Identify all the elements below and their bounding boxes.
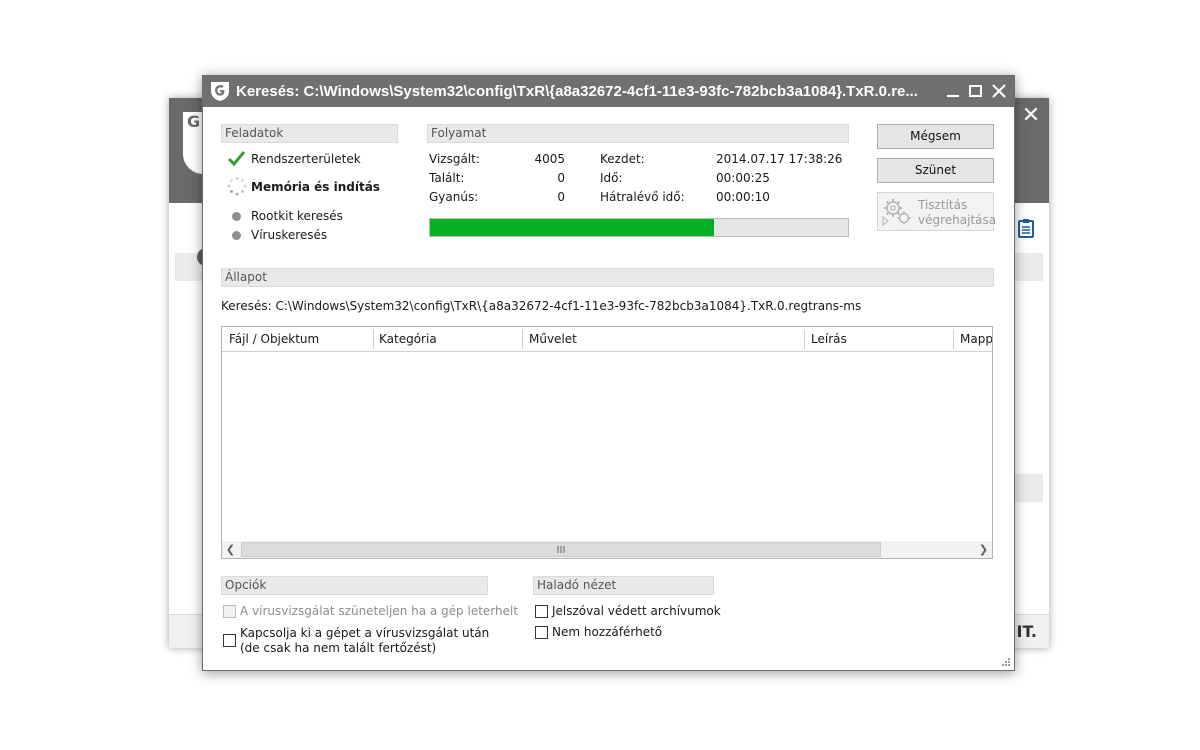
clean-button-line1: Tisztítás xyxy=(918,198,968,212)
results-table[interactable]: Fájl / Objektum Kategória Művelet Leírás… xyxy=(221,326,993,559)
progress-bar xyxy=(429,218,849,237)
pending-dot-icon xyxy=(232,231,241,240)
password-archives-label: Jelszóval védett archívumok xyxy=(552,604,721,618)
task-label: Víruskeresés xyxy=(251,228,328,242)
task-label: Memória és indítás xyxy=(251,180,380,194)
pause-button[interactable]: Szünet xyxy=(877,158,994,183)
pending-dot-icon xyxy=(232,212,241,221)
advanced-header: Haladó nézet xyxy=(533,576,714,595)
shutdown-label-line1: Kapcsolja ki a gépet a vírusvizsgálat ut… xyxy=(240,626,490,640)
gdata-shield-icon xyxy=(211,82,229,101)
inaccessible-label: Nem hozzáférhető xyxy=(552,625,663,639)
column-header-file[interactable]: Fájl / Objektum xyxy=(222,327,372,352)
task-label: Rendszerterületek xyxy=(251,152,361,166)
gears-icon xyxy=(882,199,911,227)
scroll-left-icon[interactable]: ❮ xyxy=(222,541,239,558)
options-header: Opciók xyxy=(221,576,488,595)
remaining-value: 00:00:10 xyxy=(716,190,770,204)
pause-on-load-label: A vírusvizsgálat szüneteljen ha a gép le… xyxy=(240,604,519,618)
cancel-button[interactable]: Mégsem xyxy=(877,124,994,149)
clean-button-label: Tisztítás végrehajtása xyxy=(918,198,997,228)
suspicious-value: 0 xyxy=(557,190,565,204)
horizontal-scrollbar[interactable]: ❮ ❯ xyxy=(222,541,992,558)
scan-dialog: Keresés: C:\Windows\System32\config\TxR\… xyxy=(202,75,1015,671)
window-title: Keresés: C:\Windows\System32\config\TxR\… xyxy=(236,83,918,100)
checkmark-icon xyxy=(227,151,246,167)
column-header-description[interactable]: Leírás xyxy=(804,327,954,352)
found-label: Talált: xyxy=(429,171,465,185)
tasks-header: Feladatok xyxy=(221,124,398,143)
start-value: 2014.07.17 17:38:26 xyxy=(716,152,843,166)
password-archives-checkbox[interactable] xyxy=(535,605,548,618)
remaining-label: Hátralévő idő: xyxy=(600,190,685,204)
inaccessible-checkbox[interactable] xyxy=(535,626,548,639)
loading-spinner-icon xyxy=(227,177,247,196)
clean-button[interactable]: Tisztítás végrehajtása xyxy=(877,192,997,231)
minimize-icon[interactable] xyxy=(943,81,963,101)
progress-header: Folyamat xyxy=(427,124,849,143)
scrollbar-grip-icon xyxy=(557,546,565,553)
scrollbar-thumb[interactable] xyxy=(241,542,881,557)
column-header-action[interactable]: Művelet xyxy=(522,327,804,352)
scanned-value: 4005 xyxy=(534,152,565,166)
scroll-right-icon[interactable]: ❯ xyxy=(975,541,992,558)
clean-button-line2: végrehajtása xyxy=(918,213,997,227)
table-header: Fájl / Objektum Kategória Művelet Leírás… xyxy=(222,327,992,352)
suspicious-label: Gyanús: xyxy=(429,190,479,204)
column-header-category[interactable]: Kategória xyxy=(372,327,522,352)
close-icon[interactable] xyxy=(989,81,1009,101)
progress-bar-fill xyxy=(430,219,715,236)
column-header-folder[interactable]: Mapp xyxy=(953,327,992,352)
shutdown-label-line2: (de csak ha nem talált fertőzést) xyxy=(240,641,437,655)
status-header: Állapot xyxy=(221,268,994,287)
background-logo-text: G xyxy=(187,112,201,131)
task-label: Rootkit keresés xyxy=(251,209,343,223)
resize-grip-icon[interactable] xyxy=(1001,657,1011,667)
time-label: Idő: xyxy=(600,171,623,185)
maximize-icon[interactable] xyxy=(966,81,986,101)
background-footer-text: IT. xyxy=(1016,622,1037,641)
pause-on-load-checkbox[interactable] xyxy=(223,605,236,618)
time-value: 00:00:25 xyxy=(716,171,770,185)
clipboard-icon[interactable] xyxy=(1018,218,1034,238)
start-label: Kezdet: xyxy=(600,152,645,166)
shutdown-checkbox[interactable] xyxy=(223,634,236,647)
background-close-icon[interactable]: ✕ xyxy=(1017,102,1045,130)
found-value: 0 xyxy=(557,171,565,185)
status-text: Keresés: C:\Windows\System32\config\TxR\… xyxy=(221,299,862,313)
scanned-label: Vizsgált: xyxy=(429,152,480,166)
title-bar[interactable]: Keresés: C:\Windows\System32\config\TxR\… xyxy=(203,76,1014,107)
